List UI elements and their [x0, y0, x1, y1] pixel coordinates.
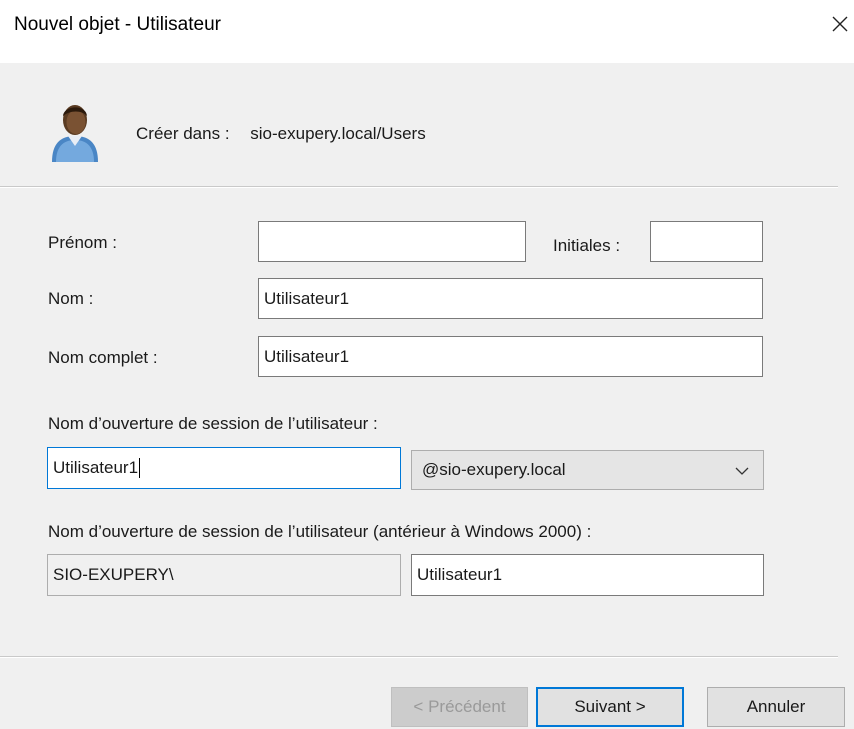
- logon-name-value: Utilisateur1: [53, 458, 139, 477]
- pre2000-label: Nom d’ouverture de session de l’utilisat…: [48, 522, 592, 541]
- back-button[interactable]: < Précédent: [391, 687, 528, 727]
- header-separator: [0, 186, 838, 188]
- text-caret: [139, 458, 141, 478]
- pre2000-domain-field: SIO-EXUPERY\: [47, 554, 401, 596]
- close-icon[interactable]: [828, 12, 852, 36]
- pre2000-logon-input[interactable]: [411, 554, 764, 596]
- cancel-button[interactable]: Annuler: [707, 687, 845, 727]
- user-icon: [52, 105, 98, 162]
- first-name-label: Prénom :: [48, 233, 117, 252]
- chevron-down-icon: [735, 467, 749, 475]
- initials-label: Initiales :: [553, 236, 621, 255]
- upn-suffix-select[interactable]: @sio-exupery.local: [411, 450, 764, 490]
- window-title: Nouvel objet - Utilisateur: [14, 14, 221, 35]
- full-name-input[interactable]: [258, 336, 763, 377]
- create-in-label: Créer dans :: [136, 124, 230, 143]
- create-in-path: sio-exupery.local/Users: [250, 124, 426, 143]
- pre2000-domain-value: SIO-EXUPERY\: [53, 565, 174, 584]
- footer-separator: [0, 656, 838, 658]
- initials-input[interactable]: [650, 221, 763, 262]
- next-button[interactable]: Suivant >: [536, 687, 684, 727]
- dialog-panel: [0, 63, 854, 729]
- first-name-input[interactable]: [258, 221, 526, 262]
- full-name-label: Nom complet :: [48, 348, 158, 367]
- last-name-input[interactable]: [258, 278, 763, 319]
- upn-suffix-value: @sio-exupery.local: [422, 460, 566, 479]
- logon-name-input[interactable]: Utilisateur1: [47, 447, 401, 489]
- logon-name-label: Nom d’ouverture de session de l’utilisat…: [48, 414, 378, 433]
- last-name-label: Nom :: [48, 289, 94, 308]
- create-in-info: Créer dans : sio-exupery.local/Users: [136, 124, 426, 144]
